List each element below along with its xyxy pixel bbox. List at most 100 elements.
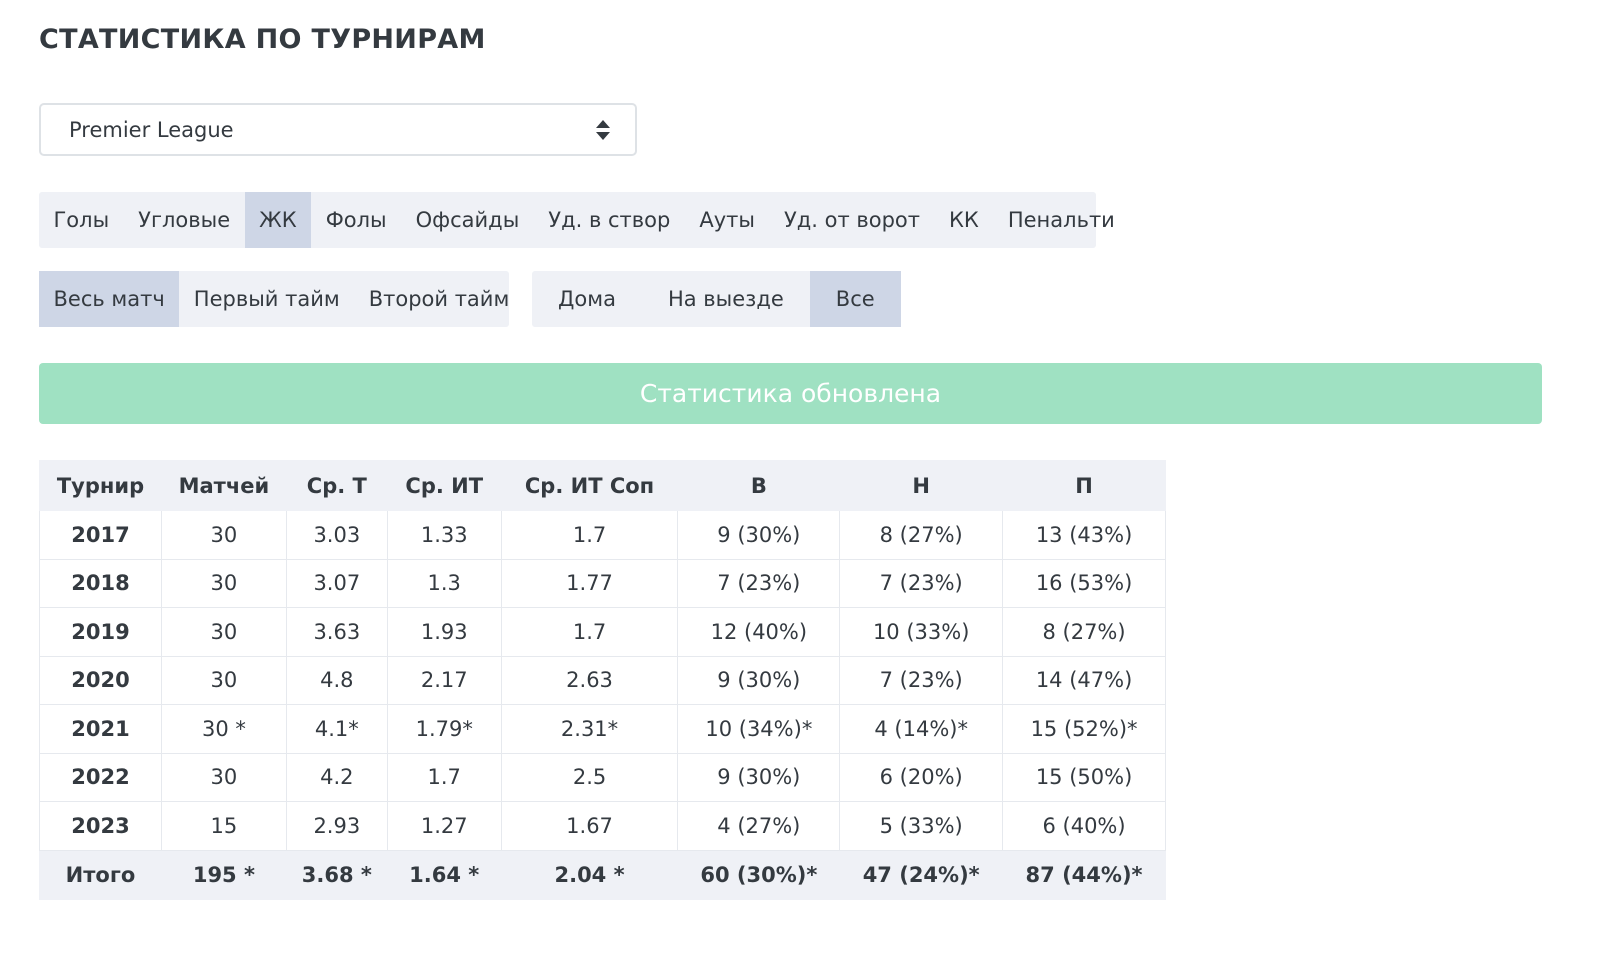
- alert-text: Статистика обновлена: [639, 379, 942, 408]
- year-cell: 2022: [39, 752, 162, 802]
- table-cell: 6 (20%): [839, 752, 1004, 802]
- total-cell: 1.64 *: [386, 849, 502, 900]
- col-header-tournament[interactable]: Турнир: [39, 460, 162, 511]
- table-row: 2018 30 3.07 1.3 1.77 7 (23%) 7 (23%) 16 (53%): [39, 558, 1166, 608]
- col-header-matches[interactable]: Матчей: [160, 460, 287, 511]
- total-cell: 60 (30%)*: [677, 849, 841, 900]
- col-header-wins[interactable]: В: [677, 460, 841, 511]
- col-header-avg-team[interactable]: Ср. ИТ: [386, 460, 502, 511]
- total-cell: 87 (44%)*: [1002, 849, 1166, 900]
- tab-penalties[interactable]: Пенальти: [993, 192, 1129, 248]
- table-cell: 3.03: [285, 510, 388, 560]
- year-cell: 2018: [39, 558, 162, 608]
- table-cell: 12 (40%): [677, 607, 841, 657]
- tab-red-cards[interactable]: КК: [935, 192, 994, 248]
- table-cell: 1.3: [386, 558, 502, 608]
- tab-throw-ins[interactable]: Ауты: [685, 192, 770, 248]
- table-cell: 5 (33%): [839, 801, 1004, 851]
- tab-fouls[interactable]: Фолы: [311, 192, 401, 248]
- table-cell: 30: [160, 655, 287, 705]
- year-cell: 2021: [39, 704, 162, 754]
- table-cell: 1.7: [500, 510, 679, 560]
- table-cell: 1.93: [386, 607, 502, 657]
- table-cell: 10 (34%)*: [677, 704, 841, 754]
- table-cell: 8 (27%): [839, 510, 1004, 560]
- table-cell: 4.1*: [285, 704, 388, 754]
- tab-home[interactable]: Дома: [532, 271, 642, 327]
- table-cell: 9 (30%): [677, 510, 841, 560]
- table-cell: 15 (52%)*: [1002, 704, 1166, 754]
- table-cell: 15: [160, 801, 287, 851]
- table-cell: 3.63: [285, 607, 388, 657]
- table-cell: 2.31*: [500, 704, 679, 754]
- table-cell: 10 (33%): [839, 607, 1004, 657]
- year-cell: 2017: [39, 510, 162, 560]
- table-cell: 9 (30%): [677, 655, 841, 705]
- table-cell: 30: [160, 607, 287, 657]
- total-cell: 3.68 *: [285, 849, 388, 900]
- table-row: 2020 30 4.8 2.17 2.63 9 (30%) 7 (23%) 14 (47%): [39, 655, 1166, 705]
- tab-full-match[interactable]: Весь матч: [39, 271, 180, 327]
- table-cell: 4.2: [285, 752, 388, 802]
- table-cell: 1.7: [386, 752, 502, 802]
- table-cell: 1.79*: [386, 704, 502, 754]
- tab-first-half[interactable]: Первый тайм: [179, 271, 354, 327]
- table-cell: 1.27: [386, 801, 502, 851]
- tab-shots-on-target[interactable]: Уд. в створ: [534, 192, 685, 248]
- table-cell: 16 (53%): [1002, 558, 1166, 608]
- table-row: 2021 30 * 4.1* 1.79* 2.31* 10 (34%)* 4 (14%)* 1…: [39, 704, 1166, 754]
- tab-offsides[interactable]: Офсайды: [401, 192, 534, 248]
- table-cell: 9 (30%): [677, 752, 841, 802]
- total-cell: 47 (24%)*: [839, 849, 1004, 900]
- tab-goal-kicks[interactable]: Уд. от ворот: [769, 192, 934, 248]
- tab-yellow-cards[interactable]: ЖК: [244, 192, 312, 248]
- table-row: 2023 15 2.93 1.27 1.67 4 (27%) 5 (33%) 6 (40%): [39, 801, 1166, 851]
- year-cell: 2020: [39, 655, 162, 705]
- col-header-losses[interactable]: П: [1002, 460, 1166, 511]
- tab-away[interactable]: На выезде: [642, 271, 810, 327]
- year-cell: 2019: [39, 607, 162, 657]
- table-cell: 7 (23%): [839, 655, 1004, 705]
- table-cell: 7 (23%): [677, 558, 841, 608]
- table-cell: 14 (47%): [1002, 655, 1166, 705]
- table-row: 2017 30 3.03 1.33 1.7 9 (30%) 8 (27%) 13 (43%): [39, 510, 1166, 560]
- table-cell: 2.5: [500, 752, 679, 802]
- table-row: 2022 30 4.2 1.7 2.5 9 (30%) 6 (20%) 15 (50%): [39, 752, 1166, 802]
- tournament-stats-table: Турнир Матчей Ср. Т Ср. ИТ Ср. ИТ Соп В …: [39, 460, 1166, 900]
- venue-tabs: Дома На выезде Все: [532, 271, 901, 327]
- tournament-select-value: Premier League: [69, 117, 234, 142]
- page-title: СТАТИСТИКА ПО ТУРНИРАМ: [39, 24, 486, 55]
- tab-goals[interactable]: Голы: [39, 192, 124, 248]
- tab-all[interactable]: Все: [809, 271, 901, 327]
- year-cell: 2023: [39, 801, 162, 851]
- table-total-row: Итого 195 * 3.68 * 1.64 * 2.04 * 60 (30%…: [39, 849, 1166, 900]
- table-cell: 4 (27%): [677, 801, 841, 851]
- table-cell: 7 (23%): [839, 558, 1004, 608]
- table-cell: 2.63: [500, 655, 679, 705]
- table-cell: 8 (27%): [1002, 607, 1166, 657]
- stats-updated-alert: Статистика обновлена: [39, 363, 1542, 424]
- total-cell: 2.04 *: [500, 849, 679, 900]
- period-tabs: Весь матч Первый тайм Второй тайм: [39, 271, 509, 327]
- total-cell: Итого: [39, 849, 162, 900]
- table-header-row: Турнир Матчей Ср. Т Ср. ИТ Ср. ИТ Соп В …: [39, 460, 1166, 511]
- col-header-avg-total[interactable]: Ср. Т: [285, 460, 388, 511]
- col-header-draws[interactable]: Н: [839, 460, 1004, 511]
- tab-corners[interactable]: Угловые: [124, 192, 245, 248]
- sort-arrows-icon: [596, 120, 610, 140]
- table-cell: 30: [160, 752, 287, 802]
- table-cell: 4.8: [285, 655, 388, 705]
- table-row: 2019 30 3.63 1.93 1.7 12 (40%) 10 (33%) 8 (27%): [39, 607, 1166, 657]
- table-cell: 30: [160, 558, 287, 608]
- table-cell: 3.07: [285, 558, 388, 608]
- table-cell: 30: [160, 510, 287, 560]
- tournament-select[interactable]: Premier League: [39, 103, 637, 156]
- table-cell: 1.33: [386, 510, 502, 560]
- tab-second-half[interactable]: Второй тайм: [354, 271, 524, 327]
- table-cell: 13 (43%): [1002, 510, 1166, 560]
- col-header-avg-opponent[interactable]: Ср. ИТ Соп: [500, 460, 679, 511]
- table-cell: 2.17: [386, 655, 502, 705]
- table-cell: 1.7: [500, 607, 679, 657]
- table-cell: 15 (50%): [1002, 752, 1166, 802]
- table-cell: 30 *: [160, 704, 287, 754]
